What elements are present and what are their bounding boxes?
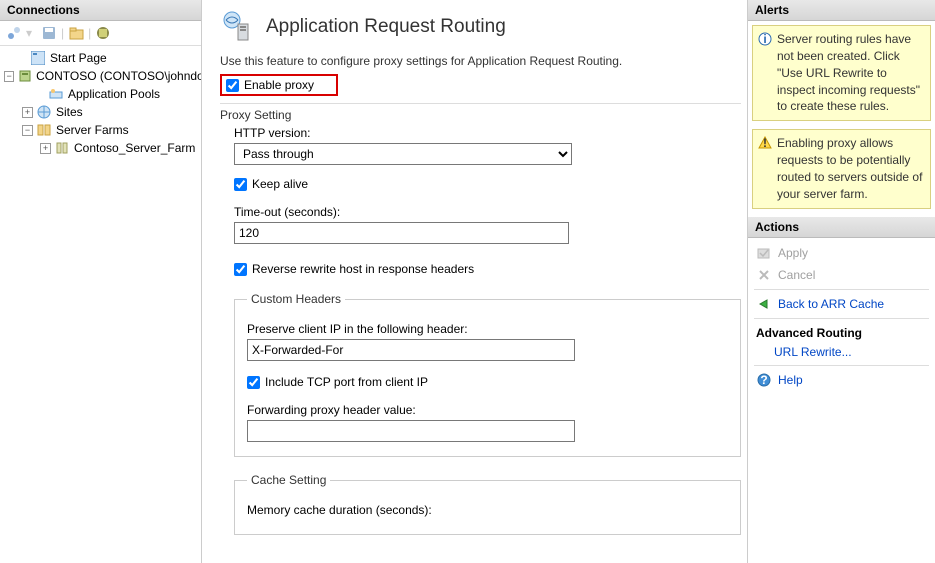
alert-info: i Server routing rules have not been cre… [752, 25, 931, 121]
timeout-input[interactable] [234, 222, 569, 244]
url-rewrite-action[interactable]: URL Rewrite... [750, 342, 933, 362]
alert-info-text: Server routing rules have not been creat… [777, 32, 920, 113]
tree-server-farms-label: Server Farms [56, 123, 129, 137]
reverse-rewrite-label: Reverse rewrite host in response headers [252, 262, 474, 276]
svg-text:?: ? [760, 373, 767, 387]
apply-icon [756, 245, 772, 261]
help-action[interactable]: ? Help [750, 369, 933, 391]
start-page-icon [30, 50, 46, 66]
tree-contoso-farm[interactable]: + Contoso_Server_Farm [0, 139, 201, 157]
preserve-ip-input[interactable] [247, 339, 575, 361]
mem-cache-label: Memory cache duration (seconds): [247, 503, 728, 517]
help-icon: ? [756, 372, 772, 388]
fwd-proxy-label: Forwarding proxy header value: [247, 403, 728, 417]
folder-icon[interactable] [66, 23, 86, 43]
cancel-icon [756, 267, 772, 283]
tree-server-farms[interactable]: − Server Farms [0, 121, 201, 139]
expand-icon[interactable]: + [40, 143, 51, 154]
apply-action: Apply [750, 242, 933, 264]
connections-panel: Connections ▾ | | Start Page − CONTOSO (… [0, 0, 202, 563]
back-arr-cache-action[interactable]: Back to ARR Cache [750, 293, 933, 315]
cache-setting-group: Cache Setting Memory cache duration (sec… [234, 473, 741, 535]
include-tcp-checkbox[interactable]: Include TCP port from client IP [247, 375, 728, 389]
svg-text:!: ! [763, 136, 767, 150]
actions-list: Apply Cancel Back to ARR Cache Advanced … [748, 238, 935, 395]
include-tcp-label: Include TCP port from client IP [265, 375, 428, 389]
info-icon: i [757, 31, 772, 46]
svg-text:i: i [763, 32, 766, 46]
custom-headers-legend: Custom Headers [247, 292, 345, 306]
server-icon [17, 68, 32, 84]
fwd-proxy-input[interactable] [247, 420, 575, 442]
gear-icon[interactable] [93, 23, 113, 43]
http-version-label: HTTP version: [234, 126, 741, 140]
timeout-label: Time-out (seconds): [234, 205, 741, 219]
proxy-setting-heading: Proxy Setting [220, 108, 741, 122]
main-content: Application Request Routing Use this fea… [202, 0, 747, 563]
alert-warn-text: Enabling proxy allows requests to be pot… [777, 136, 922, 201]
connections-title: Connections [0, 0, 201, 21]
save-icon[interactable] [39, 23, 59, 43]
right-panel: Alerts i Server routing rules have not b… [747, 0, 935, 563]
reverse-rewrite-input[interactable] [234, 263, 247, 276]
page-description: Use this feature to configure proxy sett… [220, 54, 729, 68]
page-title: Application Request Routing [266, 16, 506, 38]
alert-warn: ! Enabling proxy allows requests to be p… [752, 129, 931, 208]
enable-proxy-input[interactable] [226, 79, 239, 92]
keep-alive-input[interactable] [234, 178, 247, 191]
connections-toolbar: ▾ | | [0, 21, 201, 46]
actions-title: Actions [748, 217, 935, 238]
connections-tree: Start Page − CONTOSO (CONTOSO\johndoe) A… [0, 46, 201, 160]
app-pools-icon [48, 86, 64, 102]
url-rewrite-label: URL Rewrite... [774, 345, 852, 359]
collapse-icon[interactable]: − [4, 71, 14, 82]
expand-icon[interactable]: + [22, 107, 33, 118]
cancel-action: Cancel [750, 264, 933, 286]
tree-start-page[interactable]: Start Page [0, 49, 201, 67]
tree-start-page-label: Start Page [50, 51, 107, 65]
sites-icon [36, 104, 52, 120]
main-panel: Application Request Routing Use this fea… [202, 0, 747, 563]
back-arrow-icon [756, 296, 772, 312]
tree-app-pools[interactable]: Application Pools [0, 85, 201, 103]
reverse-rewrite-checkbox[interactable]: Reverse rewrite host in response headers [234, 262, 741, 276]
cancel-label: Cancel [778, 268, 815, 282]
back-label: Back to ARR Cache [778, 297, 884, 311]
tree-contoso-farm-label: Contoso_Server_Farm [74, 141, 195, 155]
enable-proxy-checkbox[interactable]: Enable proxy [226, 78, 314, 92]
http-version-select[interactable]: Pass through [234, 143, 572, 165]
collapse-icon[interactable]: − [22, 125, 33, 136]
help-label: Help [778, 373, 803, 387]
custom-headers-group: Custom Headers Preserve client IP in the… [234, 292, 741, 457]
settings-scroll[interactable]: Enable proxy Proxy Setting HTTP version:… [220, 74, 745, 563]
tree-sites-label: Sites [56, 105, 83, 119]
preserve-ip-label: Preserve client IP in the following head… [247, 322, 728, 336]
advanced-routing-heading: Advanced Routing [750, 322, 933, 342]
connect-icon[interactable] [4, 23, 24, 43]
tree-sites[interactable]: + Sites [0, 103, 201, 121]
farm-icon [54, 140, 70, 156]
arr-icon [220, 10, 254, 44]
enable-proxy-label: Enable proxy [244, 78, 314, 92]
tree-app-pools-label: Application Pools [68, 87, 160, 101]
apply-label: Apply [778, 246, 808, 260]
server-farms-icon [36, 122, 52, 138]
warning-icon: ! [757, 135, 772, 150]
keep-alive-label: Keep alive [252, 177, 308, 191]
keep-alive-checkbox[interactable]: Keep alive [234, 177, 741, 191]
tree-server-label: CONTOSO (CONTOSO\johndoe) [36, 69, 201, 83]
tree-server[interactable]: − CONTOSO (CONTOSO\johndoe) [0, 67, 201, 85]
cache-setting-legend: Cache Setting [247, 473, 330, 487]
alerts-title: Alerts [748, 0, 935, 21]
include-tcp-input[interactable] [247, 376, 260, 389]
